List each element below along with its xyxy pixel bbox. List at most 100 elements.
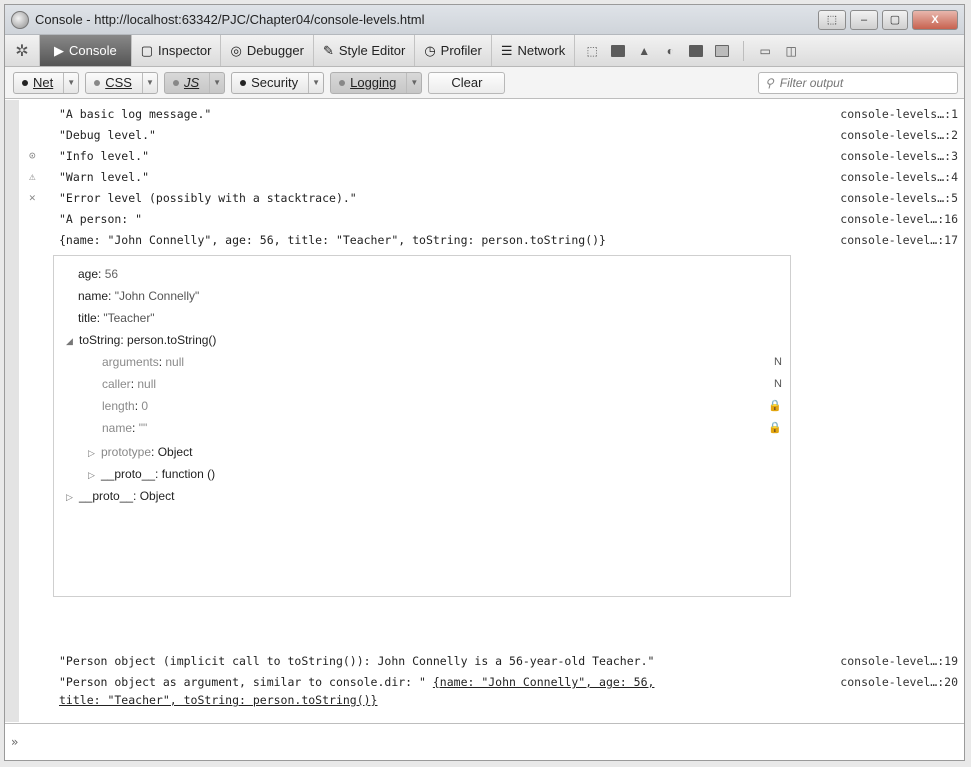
source-location-link[interactable]: console-levels…:1 — [840, 104, 958, 124]
paint-flashing-icon[interactable]: ▲ — [635, 43, 653, 59]
warning-icon: ⚠ — [29, 170, 36, 183]
firefox-icon — [11, 10, 29, 29]
filter-net-button[interactable]: Net ▼ — [13, 71, 80, 94]
filter-label: JS — [183, 75, 200, 90]
responsive-design-icon[interactable]: ◐ — [661, 43, 679, 59]
tab-console[interactable]: ▶ Console — [40, 35, 132, 66]
property-row-collapsed[interactable]: ▷ __proto__: function () — [54, 464, 790, 484]
split-console-icon[interactable] — [609, 43, 627, 59]
object-preview-link[interactable]: title: "Teacher", toString: person.toStr… — [59, 693, 378, 707]
property-value: "Teacher" — [103, 311, 155, 325]
non-writable-flag: N — [774, 356, 782, 368]
source-location-link[interactable]: console-level…:20 — [840, 672, 958, 692]
property-value: function () — [161, 467, 216, 481]
tab-label: Debugger — [246, 43, 304, 58]
twisty-collapsed-icon[interactable]: ▷ — [88, 443, 98, 463]
tab-network[interactable]: ☰ Network — [492, 35, 576, 66]
scratchpad-icon[interactable] — [687, 43, 705, 59]
toolbox-buttons: ⬚ ▲ ◐ ▭ ◫ — [583, 40, 800, 61]
object-preview-link[interactable]: {name: "John Connelly", age: 56, title: … — [59, 230, 606, 250]
filter-output-field[interactable]: ⚲ — [758, 71, 958, 94]
message-text: "A person: " — [59, 212, 143, 226]
chevron-down-icon[interactable]: ▼ — [209, 72, 224, 93]
js-dot-icon — [172, 79, 179, 86]
property-value: "John Connelly" — [114, 289, 200, 303]
screenshot-icon[interactable] — [713, 43, 731, 59]
pick-element-icon[interactable]: ⬚ — [583, 43, 601, 59]
tab-label: Console — [69, 43, 117, 58]
property-row[interactable]: length: 0 🔒 — [54, 396, 790, 416]
filter-output-input[interactable] — [777, 74, 952, 91]
lock-icon: 🔒 — [768, 422, 782, 434]
tab-profiler[interactable]: ◷ Profiler — [415, 35, 492, 66]
object-preview-link[interactable]: {name: "John Connelly", age: 56, — [433, 675, 655, 689]
network-icon: ☰ — [500, 42, 513, 58]
property-row[interactable]: age: 56 — [54, 264, 790, 284]
filter-js-button[interactable]: JS ▼ — [163, 71, 226, 94]
chevron-down-icon[interactable]: ▼ — [308, 72, 323, 93]
dock-side-icon[interactable]: ▭ — [756, 43, 774, 59]
chevron-down-icon[interactable]: ▼ — [406, 72, 421, 93]
message-text: "Person object as argument, similar to c… — [59, 672, 654, 692]
property-key: name — [102, 421, 133, 435]
style-editor-icon: ✎ — [322, 42, 334, 58]
message-prefix: "Person object as argument, similar to c… — [59, 675, 433, 689]
js-input[interactable] — [22, 734, 927, 750]
property-value: 56 — [104, 267, 119, 281]
property-key: age — [78, 267, 99, 281]
tab-inspector[interactable]: ▢ Inspector — [132, 35, 222, 66]
extra-window-button[interactable]: ⬚ — [818, 9, 846, 30]
property-row[interactable]: arguments: null N — [54, 352, 790, 372]
chevron-down-icon[interactable]: ▼ — [63, 72, 78, 93]
property-value: "" — [138, 421, 148, 435]
property-key: __proto__ — [101, 467, 156, 481]
source-location-link[interactable]: console-level…:16 — [840, 209, 958, 229]
maximize-button[interactable]: ▢ — [882, 9, 908, 30]
title-bar: Console - http://localhost:63342/PJC/Cha… — [5, 5, 964, 35]
property-row[interactable]: title: "Teacher" — [54, 308, 790, 328]
property-colon: : — [98, 267, 105, 281]
property-row-expanded[interactable]: ◢ toString: person.toString() — [54, 330, 790, 350]
property-key: name — [78, 289, 109, 303]
source-location-link[interactable]: console-levels…:3 — [840, 146, 958, 166]
property-row[interactable]: caller: null N — [54, 374, 790, 394]
filter-logging-button[interactable]: Logging ▼ — [330, 71, 423, 94]
minimize-button[interactable]: – — [850, 9, 878, 30]
twisty-collapsed-icon[interactable]: ▷ — [66, 487, 76, 507]
settings-gear-icon[interactable]: ✲ — [5, 35, 40, 66]
tab-style-editor[interactable]: ✎ Style Editor — [314, 35, 416, 66]
property-row[interactable]: name: "" 🔒 — [54, 418, 790, 438]
source-location-link[interactable]: console-levels…:4 — [840, 167, 958, 187]
tab-debugger[interactable]: ◎ Debugger — [221, 35, 314, 66]
twisty-expanded-icon[interactable]: ◢ — [66, 331, 76, 351]
tab-label: Profiler — [440, 43, 482, 58]
chevron-down-icon[interactable]: ▼ — [141, 72, 157, 93]
source-location-link[interactable]: console-levels…:2 — [840, 125, 958, 145]
undock-window-icon[interactable]: ◫ — [782, 43, 800, 59]
devtools-window: Console - http://localhost:63342/PJC/Cha… — [4, 4, 965, 761]
property-key: length — [102, 399, 135, 413]
property-colon: : — [133, 489, 140, 503]
source-location-link[interactable]: console-level…:17 — [840, 230, 958, 250]
property-key: title — [78, 311, 97, 325]
property-row-collapsed[interactable]: ▷ prototype: Object — [54, 442, 790, 462]
source-location-link[interactable]: console-levels…:5 — [840, 188, 958, 208]
close-button[interactable]: X — [912, 9, 958, 30]
source-location-link[interactable]: console-level…:19 — [840, 651, 958, 671]
prompt-chevron-icon: » — [11, 735, 19, 749]
message-text-continued: title: "Teacher", toString: person.toStr… — [59, 690, 378, 710]
property-key: toString — [79, 333, 121, 347]
filter-css-button[interactable]: CSS ▼ — [85, 71, 158, 94]
property-colon: : — [108, 289, 115, 303]
console-message: "Debug level." console-levels…:2 — [19, 125, 964, 145]
css-dot-icon — [94, 79, 101, 86]
filter-security-button[interactable]: Security ▼ — [231, 71, 325, 94]
property-value: 0 — [141, 399, 149, 413]
property-row[interactable]: name: "John Connelly" — [54, 286, 790, 306]
command-line: » — [5, 723, 964, 760]
console-message: ✕ "Error level (possibly with a stacktra… — [19, 188, 964, 208]
twisty-collapsed-icon[interactable]: ▷ — [88, 465, 98, 485]
search-icon: ⚲ — [765, 75, 774, 90]
clear-button[interactable]: Clear — [428, 71, 506, 94]
property-row-collapsed[interactable]: ▷ __proto__: Object — [54, 486, 790, 506]
